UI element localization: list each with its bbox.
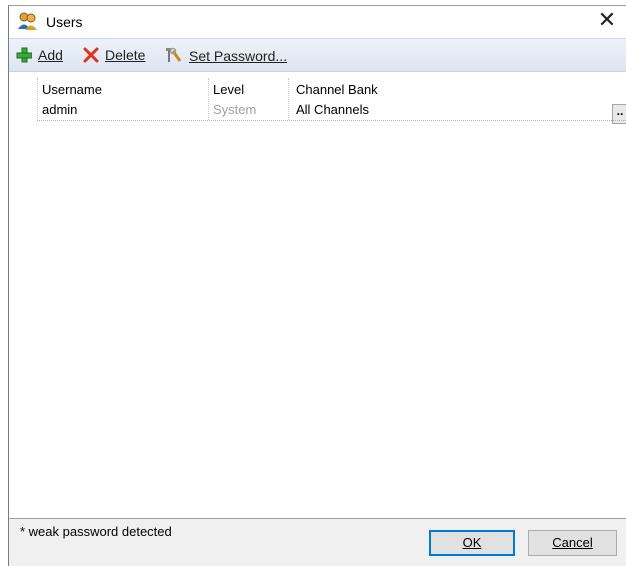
delete-x-icon <box>83 47 99 63</box>
cell-username[interactable]: admin <box>42 102 77 117</box>
key-tools-icon <box>166 47 182 62</box>
ok-label: OK <box>462 535 482 550</box>
row-indicator[interactable] <box>9 100 35 120</box>
cancel-button[interactable]: Cancel <box>528 530 617 556</box>
add-button[interactable]: Add <box>16 47 63 63</box>
set-password-button[interactable]: Set Password... <box>165 47 287 65</box>
row-separator <box>37 120 626 121</box>
cancel-label: Cancel <box>552 535 593 550</box>
title-bar: Users ✕ <box>9 6 626 38</box>
toolbar: Add Delete Set Password... <box>9 38 626 72</box>
column-divider <box>288 78 289 120</box>
users-icon <box>18 12 37 30</box>
channel-bank-browse-button[interactable]: .. <box>612 104 626 124</box>
add-label: Add <box>38 47 63 63</box>
window-title: Users <box>46 14 83 30</box>
column-header-channel-bank[interactable]: Channel Bank <box>296 82 378 97</box>
set-password-label: Set Password... <box>189 48 288 64</box>
cell-level[interactable]: System <box>213 102 256 117</box>
plus-icon <box>16 47 32 63</box>
column-divider <box>37 78 38 120</box>
column-header-level[interactable]: Level <box>213 82 244 97</box>
column-divider <box>208 78 209 120</box>
cell-channel-bank[interactable]: All Channels <box>296 102 369 117</box>
weak-password-note: * weak password detected <box>20 524 172 539</box>
column-header-username[interactable]: Username <box>42 82 102 97</box>
users-grid[interactable]: Username Level Channel Bank admin System… <box>9 72 626 519</box>
ok-button[interactable]: OK <box>429 530 515 556</box>
close-button[interactable]: ✕ <box>592 7 622 37</box>
delete-button[interactable]: Delete <box>83 47 145 63</box>
delete-label: Delete <box>105 47 146 63</box>
